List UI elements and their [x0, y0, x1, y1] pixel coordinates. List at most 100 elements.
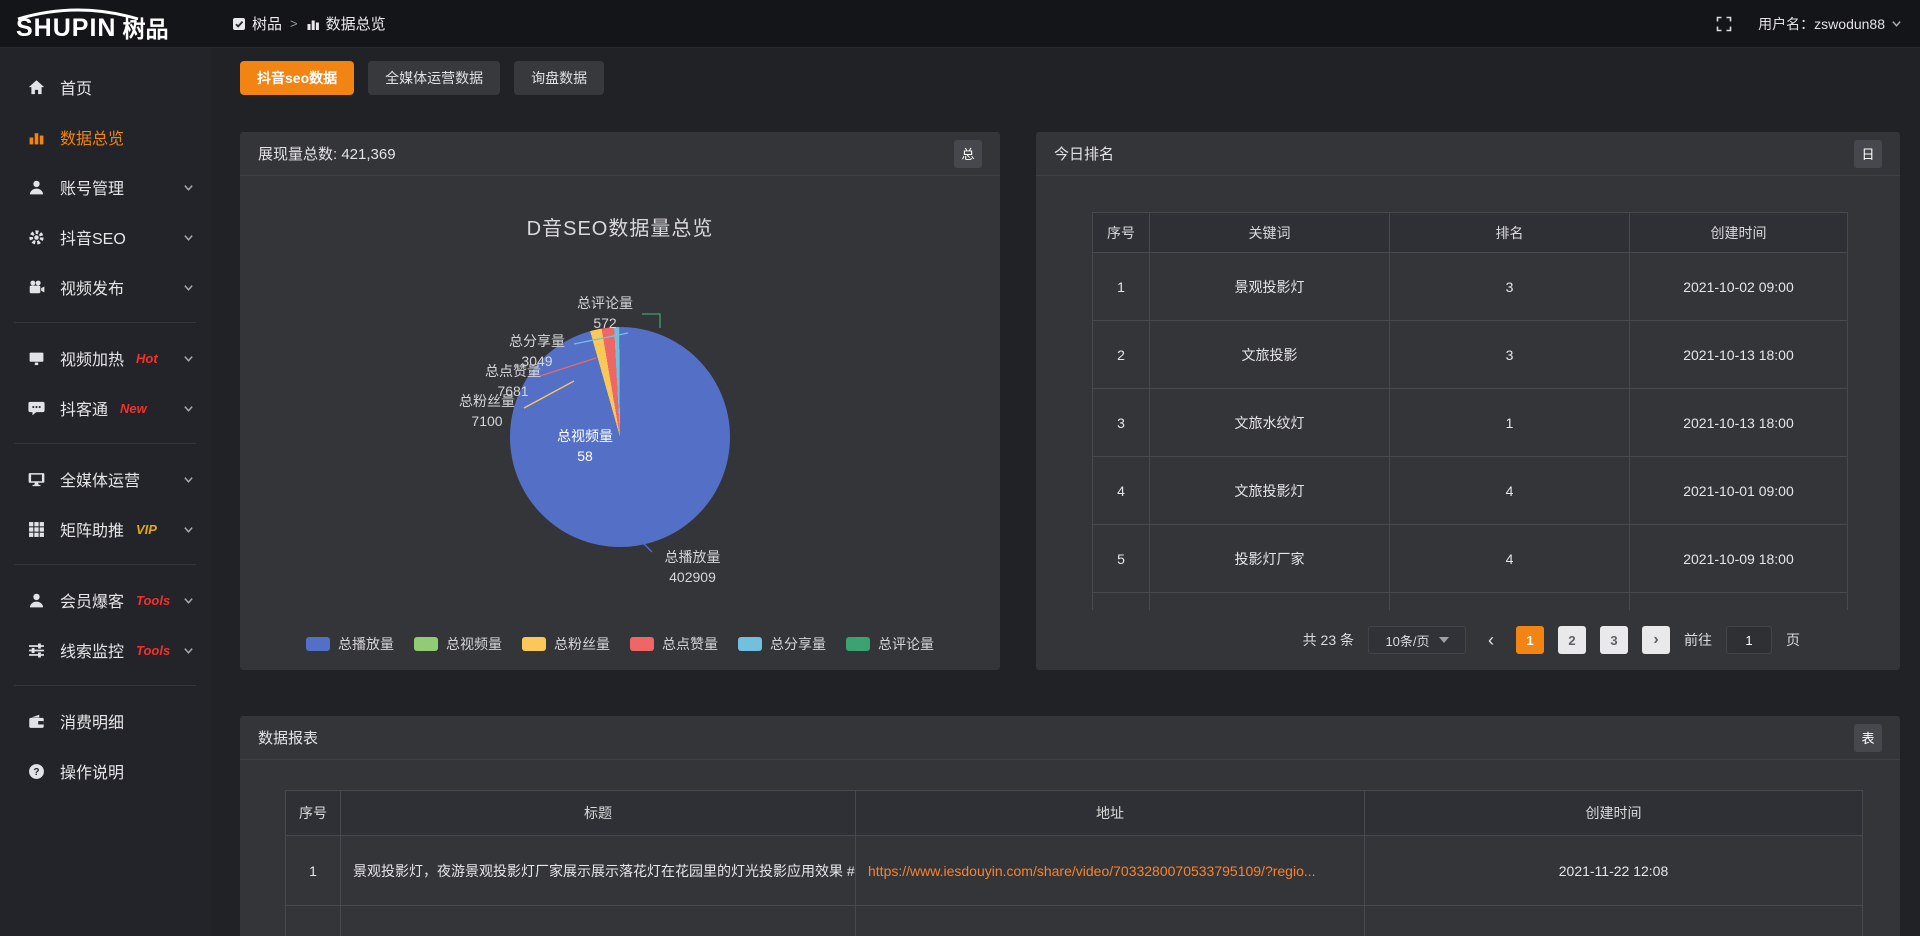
- chart-legend: 总播放量 总视频量 总粉丝量 总点赞量: [240, 634, 1000, 654]
- cell-seq: 4: [1093, 457, 1150, 525]
- sidebar-item-media-ops[interactable]: 全媒体运营: [0, 454, 210, 504]
- cell-rank: 3: [1390, 253, 1630, 321]
- report-table: 序号 标题 地址 创建时间 1 景观投影灯，夜游景观投影灯厂家展示展示落花灯在花…: [285, 790, 1863, 936]
- tab-douyin-seo-data[interactable]: 抖音seo数据: [240, 61, 354, 95]
- sidebar-item-consumption[interactable]: 消费明细: [0, 696, 210, 746]
- cell-keyword: 景观投影灯: [1150, 253, 1390, 321]
- cell-empty: [286, 906, 341, 936]
- bar-chart-icon: [28, 129, 45, 146]
- next-page-button[interactable]: ›: [1642, 626, 1670, 654]
- question-circle-icon: ?: [28, 763, 45, 780]
- cell-empty: [1630, 593, 1848, 610]
- legend-item-play[interactable]: 总播放量: [306, 634, 394, 654]
- sidebar-item-doukertong[interactable]: 抖客通 New: [0, 383, 210, 433]
- sidebar-item-data-overview[interactable]: 数据总览: [0, 112, 210, 162]
- sidebar-item-clue-monitor[interactable]: 线索监控 Tools: [0, 625, 210, 675]
- sidebar-item-account[interactable]: 账号管理: [0, 162, 210, 212]
- screen-icon: [28, 350, 45, 367]
- rank-table: 序号 关键词 排名 创建时间 1 景观投影灯 3 2021-10-02 09:0…: [1092, 212, 1848, 610]
- legend-swatch: [630, 637, 654, 651]
- sidebar-item-member[interactable]: 会员爆客 Tools: [0, 575, 210, 625]
- legend-swatch: [522, 637, 546, 651]
- cell-time: 2021-11-22 12:08: [1365, 836, 1863, 906]
- total-count: 共 23 条: [1303, 630, 1354, 650]
- user-label: 用户名：zswodun88: [1758, 14, 1885, 34]
- page-button-3[interactable]: 3: [1600, 626, 1628, 654]
- goto-label: 前往: [1684, 630, 1712, 650]
- legend-swatch: [306, 637, 330, 651]
- sidebar-item-video-heat[interactable]: 视频加热 Hot: [0, 333, 210, 383]
- chart-title: D音SEO数据量总览: [240, 212, 1000, 241]
- sidebar-item-home[interactable]: 首页: [0, 62, 210, 112]
- sidebar-divider: [14, 685, 196, 686]
- sidebar-item-help[interactable]: ? 操作说明: [0, 746, 210, 796]
- column-header: 序号: [286, 791, 341, 836]
- cell-keyword: 文旅投影灯: [1150, 457, 1390, 525]
- chevron-down-icon: [183, 282, 194, 293]
- member-icon: [28, 592, 45, 609]
- user-menu[interactable]: 用户名：zswodun88: [1758, 14, 1902, 34]
- sliders-icon: [28, 642, 45, 659]
- sidebar-item-douyin-seo[interactable]: 抖音SEO: [0, 212, 210, 262]
- breadcrumb: 树品 > 数据总览: [232, 13, 386, 34]
- cell-rank: 1: [1390, 389, 1630, 457]
- legend-item-fans[interactable]: 总粉丝量: [522, 634, 610, 654]
- overview-panel: 展现量总数: 421,369 总 D音SEO数据量总览 总评论量 572: [240, 132, 1000, 670]
- page-button-1[interactable]: 1: [1516, 626, 1544, 654]
- logo[interactable]: SHUPIN 树品: [0, 6, 210, 41]
- cell-empty: [1390, 593, 1630, 610]
- logo-arc: [14, 8, 142, 20]
- cell-title: 景观投影灯，夜游景观投影灯厂家展示展示落花灯在花园里的灯光投影应用效果 #: [341, 836, 856, 906]
- tab-inquiry-data[interactable]: 询盘数据: [514, 61, 604, 95]
- overview-total-button[interactable]: 总: [954, 140, 982, 168]
- svg-text:?: ?: [33, 767, 39, 778]
- rank-panel: 今日排名 日 序号 关键词 排名 创建时间 1 景观投影灯 3 2021-10-…: [1036, 132, 1900, 670]
- chevron-down-icon: [183, 645, 194, 656]
- fullscreen-icon[interactable]: [1716, 16, 1732, 32]
- pie-label-comment: 总评论量 572: [570, 293, 640, 333]
- topbar: SHUPIN 树品 树品 > 数据总览 用户名：zswodun: [0, 0, 1920, 48]
- legend-item-like[interactable]: 总点赞量: [630, 634, 718, 654]
- chevron-down-icon: [183, 232, 194, 243]
- logo-text-cn: 树品: [122, 18, 168, 41]
- cell-seq: 5: [1093, 525, 1150, 593]
- rank-day-button[interactable]: 日: [1854, 140, 1882, 168]
- sidebar-item-matrix-boost[interactable]: 矩阵助推 VIP: [0, 504, 210, 554]
- seo-pie-chart: D音SEO数据量总览 总评论量 572 总分享量 3049: [240, 176, 1000, 669]
- goto-page-input[interactable]: [1726, 626, 1772, 654]
- tools-badge: Tools: [136, 593, 170, 608]
- legend-item-video[interactable]: 总视频量: [414, 634, 502, 654]
- page-size-select[interactable]: 10条/页: [1368, 626, 1466, 654]
- page-unit-label: 页: [1786, 630, 1800, 650]
- column-header: 排名: [1390, 213, 1630, 253]
- bar-chart-icon: [306, 17, 320, 31]
- column-header: 序号: [1093, 213, 1150, 253]
- sidebar-divider: [14, 564, 196, 565]
- legend-item-comment[interactable]: 总评论量: [846, 634, 934, 654]
- column-header: 地址: [856, 791, 1365, 836]
- cell-time: 2021-10-13 18:00: [1630, 321, 1848, 389]
- legend-swatch: [846, 637, 870, 651]
- pagination: 共 23 条 10条/页 ‹ 1 2 3 › 前往 页: [1036, 626, 1800, 654]
- page-button-2[interactable]: 2: [1558, 626, 1586, 654]
- leader-comment: [642, 314, 660, 328]
- home-icon: [28, 79, 45, 96]
- breadcrumb-current[interactable]: 数据总览: [306, 13, 386, 34]
- breadcrumb-root[interactable]: 树品: [232, 13, 282, 34]
- cell-seq: 1: [1093, 253, 1150, 321]
- chevron-down-icon: [1439, 637, 1449, 643]
- cell-empty: [1093, 593, 1150, 610]
- prev-page-button[interactable]: ‹: [1480, 630, 1502, 651]
- breadcrumb-separator: >: [290, 16, 298, 31]
- main-content: 抖音seo数据 全媒体运营数据 询盘数据 展现量总数: 421,369 总 D音…: [210, 48, 1920, 936]
- tab-media-ops-data[interactable]: 全媒体运营数据: [368, 61, 500, 95]
- sidebar-item-video-publish[interactable]: 视频发布: [0, 262, 210, 312]
- overview-total: 展现量总数: 421,369: [258, 143, 396, 164]
- chat-bubble-icon: [28, 400, 45, 417]
- video-link[interactable]: https://www.iesdouyin.com/share/video/70…: [868, 863, 1316, 879]
- doc-check-icon: [232, 17, 246, 31]
- cell-keyword: 投影灯厂家: [1150, 525, 1390, 593]
- report-table-button[interactable]: 表: [1854, 724, 1882, 752]
- legend-item-share[interactable]: 总分享量: [738, 634, 826, 654]
- chevron-down-icon: [183, 182, 194, 193]
